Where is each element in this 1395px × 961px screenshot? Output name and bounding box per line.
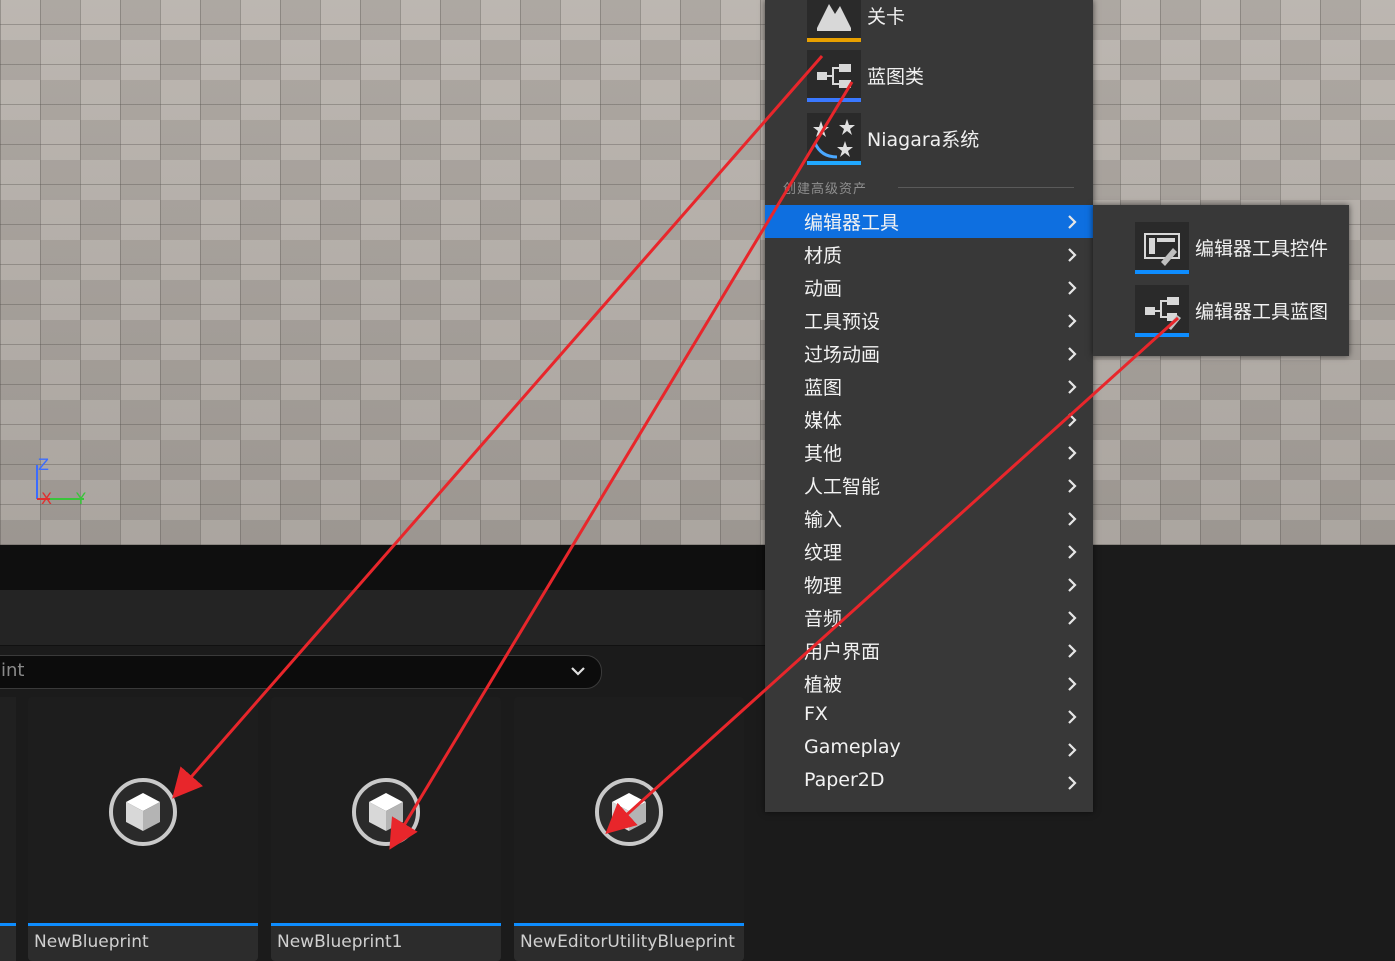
axis-y-label: Y — [76, 489, 86, 508]
menu-item-label: Gameplay — [804, 736, 901, 758]
menu-item-label: 编辑器工具 — [804, 212, 900, 234]
menu-item[interactable]: 编辑器工具 — [765, 205, 1093, 238]
menu-item-label: 输入 — [804, 509, 843, 531]
submenu-tile-label: 编辑器工具控件 — [1195, 238, 1329, 260]
menu-item-label: 蓝图 — [804, 377, 843, 399]
menu-tile-niagara[interactable]: Niagara系统 — [807, 113, 1087, 169]
menu-item[interactable]: 蓝图 — [765, 370, 1093, 403]
menu-item-label: 过场动画 — [804, 344, 881, 366]
menu-item[interactable]: 音频 — [765, 601, 1093, 634]
asset-thumbnail — [28, 697, 258, 923]
menu-item[interactable]: 工具预设 — [765, 304, 1093, 337]
chevron-right-icon — [1068, 545, 1077, 559]
chevron-right-icon — [1068, 314, 1077, 328]
chevron-right-icon — [1068, 479, 1077, 493]
level-icon — [807, 0, 861, 42]
axis-gizmo: Z X Y — [32, 455, 102, 515]
chevron-right-icon — [1068, 446, 1077, 460]
menu-tile-label: 蓝图类 — [867, 66, 925, 88]
asset-thumbnail — [271, 697, 501, 923]
menu-item-label: 人工智能 — [804, 476, 881, 498]
menu-item[interactable]: 纹理 — [765, 535, 1093, 568]
chevron-down-icon[interactable] — [569, 662, 587, 680]
asset-card[interactable]: NewBlueprint — [28, 697, 258, 961]
menu-tile-label: Niagara系统 — [867, 129, 980, 151]
blueprint-cube-icon — [595, 778, 663, 846]
menu-item-label: FX — [804, 703, 828, 725]
content-browser-tabbar — [0, 545, 765, 590]
asset-thumbnail — [514, 697, 744, 923]
editor-tools-submenu: 编辑器工具控件 编辑器工具蓝图 — [1093, 205, 1349, 356]
asset-card[interactable]: NewBlueprint1 — [271, 697, 501, 961]
submenu-tile-editor-blueprint[interactable]: 编辑器工具蓝图 — [1135, 285, 1345, 341]
chevron-right-icon — [1068, 380, 1077, 394]
section-header: 创建高级资产 — [783, 182, 868, 197]
asset-name-bg — [0, 926, 16, 961]
menu-item[interactable]: 材质 — [765, 238, 1093, 271]
asset-name: NewBlueprint — [28, 926, 258, 961]
axis-x-label: X — [41, 489, 52, 508]
chevron-right-icon — [1068, 512, 1077, 526]
asset-card-partial[interactable] — [0, 697, 16, 961]
menu-item[interactable]: 过场动画 — [765, 337, 1093, 370]
chevron-right-icon — [1068, 743, 1077, 757]
menu-item[interactable]: 动画 — [765, 271, 1093, 304]
menu-item-label: 音频 — [804, 608, 843, 630]
menu-tile-label: 关卡 — [867, 6, 906, 28]
menu-item-label: 纹理 — [804, 542, 843, 564]
menu-item-label: 用户界面 — [804, 641, 881, 663]
chevron-right-icon — [1068, 215, 1077, 229]
menu-item[interactable]: 媒体 — [765, 403, 1093, 436]
chevron-right-icon — [1068, 677, 1077, 691]
menu-item[interactable]: Gameplay — [765, 733, 1093, 766]
chevron-right-icon — [1068, 413, 1077, 427]
asset-name: NewBlueprint1 — [271, 926, 501, 961]
chevron-right-icon — [1068, 611, 1077, 625]
niagara-icon — [807, 113, 861, 165]
blueprint-cube-icon — [352, 778, 420, 846]
chevron-right-icon — [1068, 281, 1077, 295]
chevron-right-icon — [1068, 578, 1077, 592]
editor-blueprint-icon — [1135, 285, 1189, 337]
create-asset-menu: 关卡 蓝图类 Niagara系统 创建高级资产 编辑器工具 材质 动画 工具预设… — [765, 0, 1093, 812]
chevron-right-icon — [1068, 347, 1077, 361]
chevron-right-icon — [1068, 710, 1077, 724]
menu-item-label: 媒体 — [804, 410, 843, 432]
menu-item-label: 物理 — [804, 575, 843, 597]
axis-z-label: Z — [38, 455, 49, 474]
search-filter-text: int — [1, 660, 25, 681]
menu-item-label: 动画 — [804, 278, 843, 300]
search-filter-input[interactable]: int — [0, 655, 602, 689]
chevron-right-icon — [1068, 248, 1077, 262]
menu-item[interactable]: 植被 — [765, 667, 1093, 700]
blueprint-cube-icon — [109, 778, 177, 846]
submenu-tile-editor-widget[interactable]: 编辑器工具控件 — [1135, 222, 1345, 278]
menu-item[interactable]: 用户界面 — [765, 634, 1093, 667]
menu-item[interactable]: 物理 — [765, 568, 1093, 601]
menu-tile-level[interactable]: 关卡 — [807, 0, 1087, 46]
blueprint-class-icon — [807, 50, 861, 102]
chevron-right-icon — [1068, 776, 1077, 790]
chevron-right-icon — [1068, 644, 1077, 658]
menu-item-label: 植被 — [804, 674, 843, 696]
menu-item-label: 其他 — [804, 443, 843, 465]
asset-card[interactable]: NewEditorUtilityBlueprint — [514, 697, 744, 961]
menu-item[interactable]: FX — [765, 700, 1093, 733]
asset-name: NewEditorUtilityBlueprint — [514, 926, 744, 961]
menu-item[interactable]: Paper2D — [765, 766, 1093, 799]
menu-item[interactable]: 人工智能 — [765, 469, 1093, 502]
editor-widget-icon — [1135, 222, 1189, 274]
content-browser-toolbar — [0, 590, 765, 646]
section-divider — [898, 187, 1074, 188]
menu-item[interactable]: 输入 — [765, 502, 1093, 535]
menu-item-label: Paper2D — [804, 769, 885, 791]
menu-tile-blueprint-class[interactable]: 蓝图类 — [807, 50, 1087, 106]
menu-item-label: 工具预设 — [804, 311, 881, 333]
menu-item[interactable]: 其他 — [765, 436, 1093, 469]
submenu-tile-label: 编辑器工具蓝图 — [1195, 301, 1329, 323]
menu-item-label: 材质 — [804, 245, 843, 267]
